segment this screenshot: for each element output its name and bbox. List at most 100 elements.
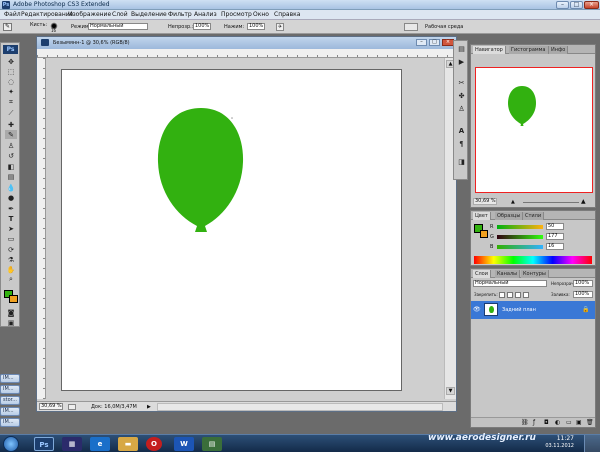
character-panel-icon[interactable]: A: [457, 127, 466, 136]
menu-edit[interactable]: Редактирование: [21, 11, 73, 19]
blue-value[interactable]: 16: [546, 243, 564, 250]
clone-source-icon[interactable]: ♙: [457, 105, 466, 114]
fill-input[interactable]: 100%: [573, 291, 593, 298]
horizontal-ruler[interactable]: [37, 49, 456, 58]
red-slider[interactable]: [497, 225, 543, 229]
menu-layer[interactable]: Слой: [112, 11, 128, 19]
taskbar-ie-icon[interactable]: e: [90, 437, 110, 451]
minimized-document[interactable]: IM...: [0, 418, 20, 427]
tab-layers[interactable]: Слои: [473, 270, 491, 278]
tab-navigator[interactable]: Навигатор: [473, 46, 506, 54]
zoom-tool-icon[interactable]: ⌕: [5, 275, 17, 284]
lock-all-icon[interactable]: [523, 292, 529, 298]
layer-opacity-input[interactable]: 100%: [573, 280, 593, 287]
scroll-down-arrow-icon[interactable]: ▼: [446, 387, 455, 395]
tab-styles[interactable]: Стили: [523, 212, 545, 220]
tab-info[interactable]: Инфо: [549, 46, 569, 54]
minimized-document[interactable]: IM...: [0, 374, 20, 383]
menu-window[interactable]: Окно: [253, 11, 269, 19]
menu-file[interactable]: Файл: [4, 11, 21, 19]
actions-panel-icon[interactable]: ▶: [457, 58, 466, 67]
vertical-ruler[interactable]: [37, 58, 46, 399]
screen-mode-icon[interactable]: ▣: [5, 318, 17, 327]
minimize-button[interactable]: –: [556, 1, 569, 9]
doc-maximize-button[interactable]: □: [429, 39, 440, 46]
menu-view[interactable]: Просмотр: [221, 11, 252, 19]
taskbar-media-icon[interactable]: ▦: [62, 437, 82, 451]
magic-wand-icon[interactable]: ✦: [5, 87, 17, 96]
zoom-field[interactable]: 30,69 %: [39, 403, 63, 410]
canvas[interactable]: [61, 69, 402, 391]
tab-color[interactable]: Цвет: [473, 212, 491, 220]
path-selection-icon[interactable]: ➤: [5, 224, 17, 233]
blend-mode-select[interactable]: Нормальный: [473, 280, 547, 287]
history-brush-icon[interactable]: ↺: [5, 151, 17, 160]
history-panel-icon[interactable]: ▤: [457, 45, 466, 54]
shape-tool-icon[interactable]: ▭: [5, 234, 17, 243]
background-color-swatch[interactable]: [480, 230, 488, 238]
taskbar-explorer-icon[interactable]: ▬: [118, 437, 138, 451]
brush-tool-icon[interactable]: ✎: [5, 130, 17, 139]
taskbar-opera-icon[interactable]: O: [146, 437, 162, 451]
document-title-bar[interactable]: Безымянн-1 @ 30,6% (RGB/8) – □ ×: [37, 37, 456, 49]
lasso-tool-icon[interactable]: ◌: [5, 77, 17, 86]
layer-comps-icon[interactable]: ◨: [457, 158, 466, 167]
show-desktop-button[interactable]: [584, 435, 600, 452]
mode-select[interactable]: Нормальный: [88, 23, 148, 30]
green-value[interactable]: 177: [546, 233, 564, 240]
menu-analysis[interactable]: Анализ: [194, 11, 217, 19]
start-button-icon[interactable]: [3, 436, 19, 452]
zoom-out-icon[interactable]: ▲: [511, 200, 519, 205]
navigator-zoom-field[interactable]: 30,69 %: [473, 198, 497, 205]
quick-mask-icon[interactable]: ◙: [5, 308, 17, 317]
close-button[interactable]: ×: [584, 1, 599, 9]
color-spectrum-bar[interactable]: [474, 256, 592, 264]
airbrush-icon[interactable]: ✈: [276, 23, 284, 31]
type-tool-icon[interactable]: T: [5, 214, 17, 223]
healing-brush-icon[interactable]: ✚: [5, 120, 17, 129]
taskbar-word-icon[interactable]: W: [174, 437, 194, 451]
tool-presets-icon[interactable]: ✂: [457, 79, 466, 88]
gradient-tool-icon[interactable]: ▤: [5, 172, 17, 181]
brush-tool-icon[interactable]: ✎: [3, 23, 12, 31]
tab-swatches[interactable]: Образцы: [495, 212, 524, 220]
new-layer-icon[interactable]: ▣: [576, 419, 582, 427]
lock-position-icon[interactable]: [515, 292, 521, 298]
tab-paths[interactable]: Контуры: [521, 270, 549, 278]
minimized-document[interactable]: IM...: [0, 385, 20, 394]
taskbar-app-icon[interactable]: ▤: [202, 437, 222, 451]
green-slider[interactable]: [497, 235, 543, 239]
layer-row[interactable]: 👁 Задний план 🔒: [471, 301, 595, 319]
lock-transparency-icon[interactable]: [499, 292, 505, 298]
eraser-tool-icon[interactable]: ◧: [5, 162, 17, 171]
move-tool-icon[interactable]: ✥: [5, 57, 17, 66]
background-color-swatch[interactable]: [9, 295, 18, 303]
minimized-document[interactable]: IM...: [0, 407, 20, 416]
marquee-tool-icon[interactable]: ⬚: [5, 67, 17, 76]
link-layers-icon[interactable]: ⛓: [521, 419, 529, 427]
adjustment-layer-icon[interactable]: ◐: [555, 419, 560, 427]
visibility-eye-icon[interactable]: 👁: [473, 306, 481, 313]
delete-layer-icon[interactable]: 🗑: [586, 419, 594, 427]
palette-well-icon[interactable]: [404, 23, 418, 31]
blue-slider[interactable]: [497, 245, 543, 249]
red-value[interactable]: 50: [546, 223, 564, 230]
zoom-in-icon[interactable]: ▲: [581, 199, 589, 205]
opacity-input[interactable]: 100%: [193, 23, 211, 30]
hand-tool-icon[interactable]: ✋: [5, 265, 17, 274]
navigator-zoom-slider[interactable]: [523, 202, 579, 203]
crop-tool-icon[interactable]: ⌗: [5, 98, 17, 107]
menu-filter[interactable]: Фильтр: [168, 11, 192, 19]
blur-tool-icon[interactable]: 💧: [5, 183, 17, 192]
paragraph-panel-icon[interactable]: ¶: [457, 140, 466, 149]
lock-pixels-icon[interactable]: [507, 292, 513, 298]
navigator-preview[interactable]: [475, 67, 593, 193]
dodge-tool-icon[interactable]: ●: [5, 193, 17, 202]
workspace-label[interactable]: Рабочая среда: [425, 24, 463, 30]
slice-tool-icon[interactable]: ⟋: [5, 109, 17, 118]
menu-select[interactable]: Выделение: [131, 11, 167, 19]
3d-rotate-icon[interactable]: ⟳: [5, 245, 17, 254]
doc-minimize-button[interactable]: –: [416, 39, 427, 46]
menu-image[interactable]: Изображение: [68, 11, 111, 19]
new-group-icon[interactable]: ▭: [566, 419, 572, 427]
